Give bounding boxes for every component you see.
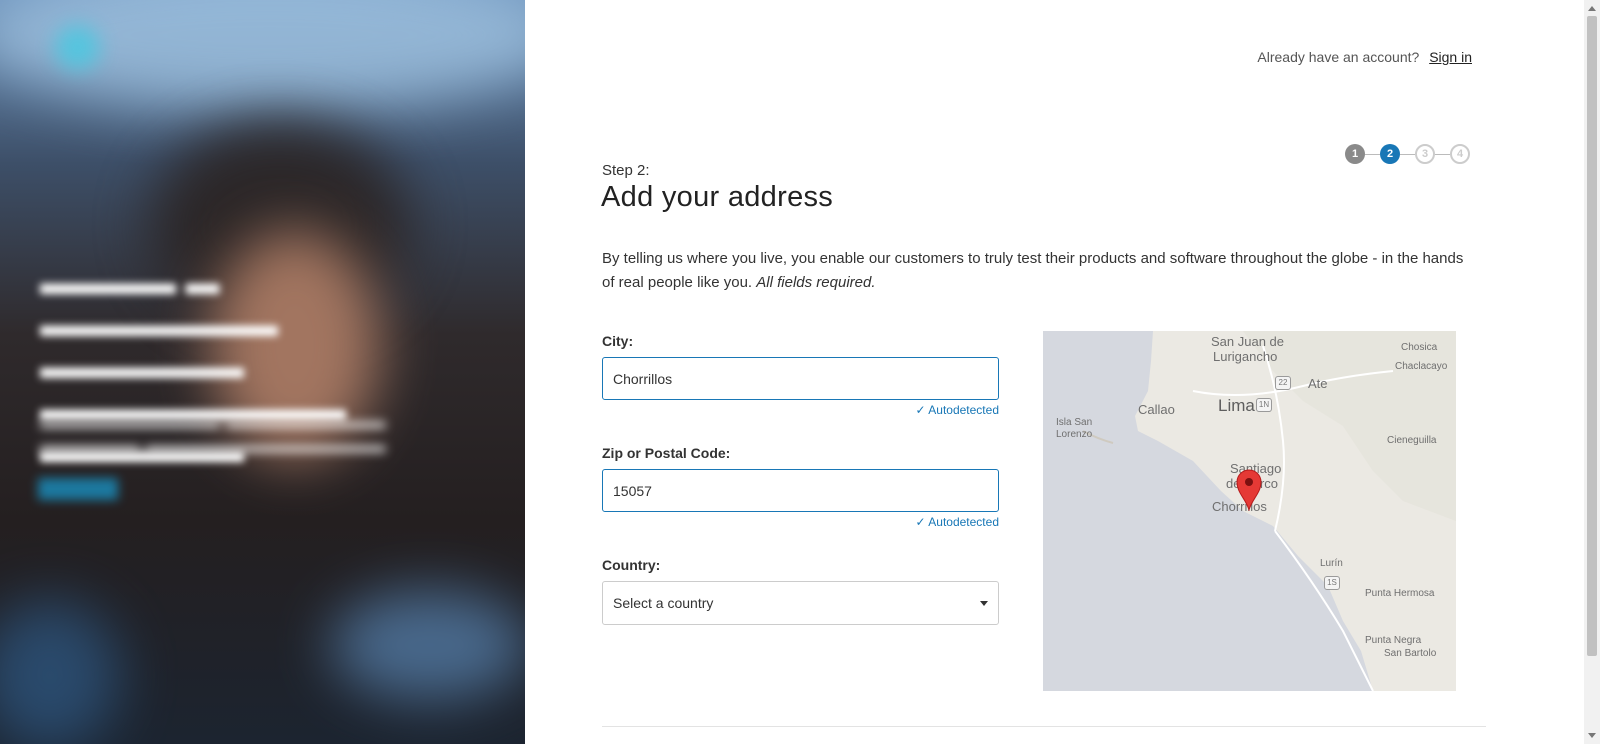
- map-label-lurin: Lurín: [1320, 558, 1343, 569]
- step-2: 2: [1380, 144, 1400, 164]
- description-text: By telling us where you live, you enable…: [602, 250, 1464, 291]
- country-select-value: Select a country: [613, 595, 714, 611]
- zip-autodetected: ✓ Autodetected: [916, 515, 999, 529]
- map-label-lima: Lima: [1218, 396, 1255, 415]
- step-indicator: 1 2 3 4: [1345, 144, 1473, 164]
- chevron-down-icon: [980, 601, 988, 606]
- city-status: Autodetected: [928, 403, 999, 417]
- hero-logo-blur: [55, 25, 100, 70]
- city-input[interactable]: [602, 357, 999, 400]
- map-label-san-juan: San Juan de: [1211, 334, 1285, 349]
- map-label-ate: Ate: [1308, 376, 1328, 391]
- map-pin-icon[interactable]: [1236, 469, 1262, 511]
- hero-blurred-subtext: ▬▬▬▬▬▬▬▬▬ ▬▬▬▬▬▬▬▬ ▬▬▬▬▬ ▬▬▬▬▬▬▬▬▬▬▬▬: [40, 411, 386, 457]
- step-connector: [1400, 154, 1415, 155]
- account-prompt: Already have an account?: [1257, 49, 1420, 65]
- city-label: City:: [602, 333, 634, 349]
- hero-sleeve: [0, 600, 120, 744]
- map-label-punta-negra: Punta Negra: [1365, 635, 1422, 646]
- map-label-chosica: Chosica: [1401, 342, 1438, 353]
- required-note: All fields required.: [756, 274, 876, 291]
- check-icon: ✓: [915, 515, 929, 529]
- route-22-shield: 22: [1275, 376, 1291, 390]
- page-title: Add your address: [601, 181, 834, 213]
- signin-link[interactable]: Sign in: [1429, 49, 1472, 65]
- map-label-san-bartolo: San Bartolo: [1384, 648, 1437, 659]
- city-autodetected: ✓ Autodetected: [916, 403, 999, 417]
- map-label-punta-hermosa: Punta Hermosa: [1365, 588, 1435, 599]
- hero-image: ▬▬▬▬ ▬ ▬▬▬▬▬▬▬ ▬▬▬▬▬▬ ▬▬▬▬▬▬▬▬▬ ▬▬▬▬▬▬ ▬…: [0, 0, 525, 744]
- location-map[interactable]: San Juan de Lurigancho Chosica Chaclacay…: [1043, 331, 1456, 691]
- step-connector: [1435, 154, 1450, 155]
- map-label-isla-san: Isla San: [1056, 417, 1093, 428]
- map-label-chaclacayo: Chaclacayo: [1395, 361, 1448, 372]
- section-divider: [602, 726, 1486, 727]
- hero-shirt: [330, 590, 525, 700]
- zip-status: Autodetected: [928, 515, 999, 529]
- scrollbar-thumb[interactable]: [1587, 16, 1597, 656]
- page-description: By telling us where you live, you enable…: [602, 247, 1472, 295]
- zip-input[interactable]: [602, 469, 999, 512]
- route-1s-shield: 1S: [1324, 576, 1340, 590]
- country-label: Country:: [602, 557, 661, 573]
- step-connector: [1365, 154, 1380, 155]
- route-1n-shield: 1N: [1256, 398, 1272, 412]
- scroll-up-icon[interactable]: [1588, 6, 1596, 11]
- country-select[interactable]: Select a country: [602, 581, 999, 625]
- signin-row: Already have an account? Sign in: [1257, 49, 1472, 65]
- map-label-cieneguilla: Cieneguilla: [1387, 435, 1437, 446]
- map-label-lurigancho: Lurigancho: [1213, 349, 1278, 364]
- check-icon: ✓: [915, 403, 929, 417]
- step-3: 3: [1415, 144, 1435, 164]
- map-label-callao: Callao: [1138, 402, 1175, 417]
- page-scrollbar[interactable]: [1584, 0, 1600, 744]
- step-label: Step 2:: [602, 162, 650, 179]
- step-4: 4: [1450, 144, 1470, 164]
- step-1: 1: [1345, 144, 1365, 164]
- map-label-lorenzo: Lorenzo: [1056, 429, 1093, 440]
- zip-label: Zip or Postal Code:: [602, 445, 731, 461]
- scroll-down-icon[interactable]: [1588, 733, 1596, 738]
- hero-blurred-button: [38, 478, 118, 500]
